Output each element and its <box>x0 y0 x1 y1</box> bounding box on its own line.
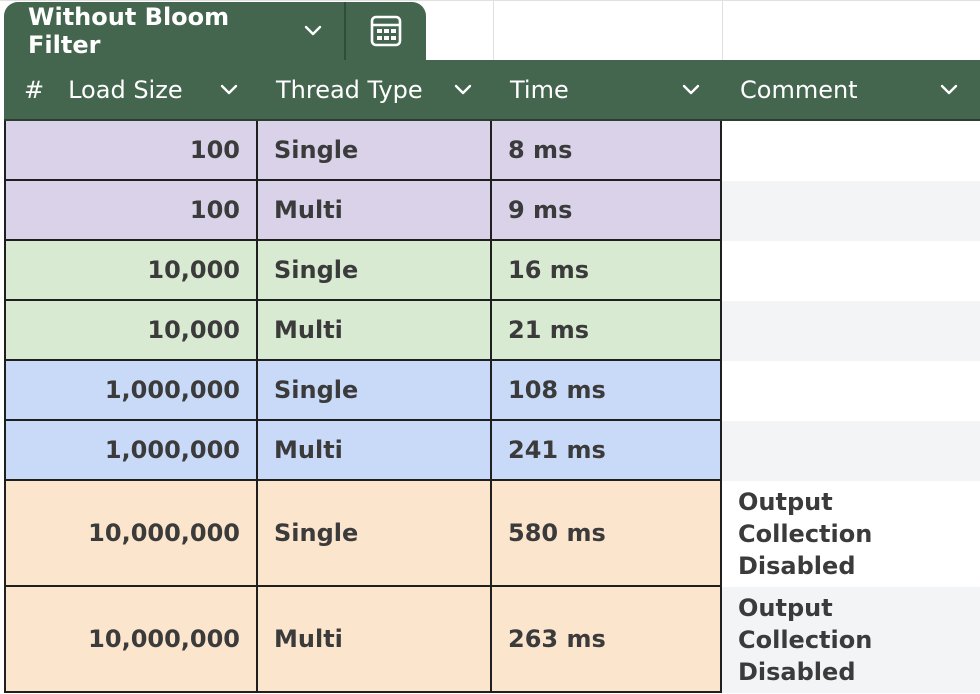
grid-line <box>0 0 980 1</box>
thread-type-cell[interactable]: Multi <box>258 301 492 361</box>
comment-cell[interactable] <box>722 241 980 301</box>
comment-cell[interactable] <box>722 181 980 241</box>
comment-cell[interactable] <box>722 361 980 421</box>
column-label: Thread Type <box>276 75 423 104</box>
table-name: Without Bloom Filter <box>28 3 230 59</box>
calculator-icon <box>369 14 403 48</box>
column-header-time[interactable]: Time <box>492 60 722 119</box>
comment-cell[interactable]: Output Collection Disabled <box>722 481 980 587</box>
time-cell[interactable]: 16 ms <box>492 241 722 301</box>
thread-type-cell[interactable]: Single <box>258 121 492 181</box>
data-table: # Load Size Thread Type Time Comment 100… <box>4 60 980 693</box>
table-name-dropdown[interactable]: Without Bloom Filter <box>4 2 344 60</box>
chevron-down-icon[interactable] <box>940 84 958 96</box>
table-calculation-button[interactable] <box>346 2 426 60</box>
table-row: 100 Multi 9 ms <box>4 181 980 241</box>
load-size-cell[interactable]: 1,000,000 <box>4 421 258 481</box>
column-header-comment[interactable]: Comment <box>722 60 980 119</box>
time-cell[interactable]: 263 ms <box>492 587 722 693</box>
time-cell[interactable]: 580 ms <box>492 481 722 587</box>
chevron-down-icon <box>304 25 322 37</box>
header-row: # Load Size Thread Type Time Comment <box>4 60 980 121</box>
thread-type-cell[interactable]: Multi <box>258 421 492 481</box>
time-cell[interactable]: 21 ms <box>492 301 722 361</box>
column-label: Comment <box>740 75 858 104</box>
table-row: 10,000,000 Single 580 ms Output Collecti… <box>4 481 980 587</box>
thread-type-cell[interactable]: Single <box>258 241 492 301</box>
table-row: 1,000,000 Multi 241 ms <box>4 421 980 481</box>
grid-line <box>722 0 723 60</box>
load-size-cell[interactable]: 10,000 <box>4 301 258 361</box>
table-row: 1,000,000 Single 108 ms <box>4 361 980 421</box>
load-size-cell[interactable]: 1,000,000 <box>4 361 258 421</box>
load-size-cell[interactable]: 100 <box>4 121 258 181</box>
row-number-symbol: # <box>24 75 45 104</box>
time-cell[interactable]: 9 ms <box>492 181 722 241</box>
comment-cell[interactable]: Output Collection Disabled <box>722 587 980 693</box>
grid-line <box>493 0 494 60</box>
comment-cell[interactable] <box>722 421 980 481</box>
table-row: 100 Single 8 ms <box>4 121 980 181</box>
chevron-down-icon[interactable] <box>454 84 472 96</box>
chevron-down-icon[interactable] <box>682 84 700 96</box>
thread-type-cell[interactable]: Multi <box>258 587 492 693</box>
thread-type-cell[interactable]: Single <box>258 481 492 587</box>
table-row: 10,000,000 Multi 263 ms Output Collectio… <box>4 587 980 693</box>
load-size-cell[interactable]: 10,000,000 <box>4 481 258 587</box>
table-row: 10,000 Multi 21 ms <box>4 301 980 361</box>
spreadsheet-page: Without Bloom Filter # Load Size Thread … <box>0 0 980 694</box>
comment-cell[interactable] <box>722 301 980 361</box>
table-body: 100 Single 8 ms 100 Multi 9 ms 10,000 Si… <box>4 121 980 693</box>
load-size-cell[interactable]: 100 <box>4 181 258 241</box>
comment-cell[interactable] <box>722 121 980 181</box>
column-header-thread-type[interactable]: Thread Type <box>258 60 492 119</box>
table-row: 10,000 Single 16 ms <box>4 241 980 301</box>
load-size-cell[interactable]: 10,000 <box>4 241 258 301</box>
time-cell[interactable]: 241 ms <box>492 421 722 481</box>
thread-type-cell[interactable]: Single <box>258 361 492 421</box>
load-size-cell[interactable]: 10,000,000 <box>4 587 258 693</box>
chevron-down-icon[interactable] <box>220 84 238 96</box>
table-name-tab: Without Bloom Filter <box>4 2 426 60</box>
time-cell[interactable]: 8 ms <box>492 121 722 181</box>
column-label: Time <box>510 75 569 104</box>
column-label: Load Size <box>68 75 183 104</box>
time-cell[interactable]: 108 ms <box>492 361 722 421</box>
thread-type-cell[interactable]: Multi <box>258 181 492 241</box>
column-header-load-size[interactable]: # Load Size <box>4 60 258 119</box>
